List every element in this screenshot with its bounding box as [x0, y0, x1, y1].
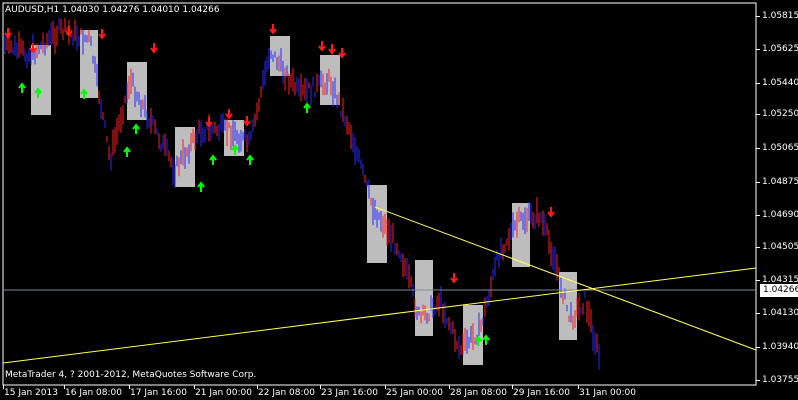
down-arrow-icon — [98, 29, 106, 40]
price-tick — [756, 83, 760, 84]
price-tick — [756, 16, 760, 17]
consolidation-box — [127, 62, 147, 120]
price-tick — [756, 182, 760, 183]
down-arrow-icon — [225, 109, 233, 120]
price-tick — [756, 49, 760, 50]
price-label: 1.03755 — [762, 375, 798, 385]
current-price-label: 1.04266 — [760, 284, 798, 297]
consolidation-box — [415, 260, 433, 336]
up-arrow-icon — [209, 154, 217, 165]
symbol-header: AUDUSD,H1 1.04030 1.04276 1.04010 1.0426… — [5, 5, 220, 15]
price-tick — [756, 380, 760, 381]
down-arrow-icon — [547, 207, 555, 218]
time-label: 23 Jan 16:00 — [321, 388, 378, 398]
price-tick — [756, 313, 760, 314]
time-label: 28 Jan 08:00 — [450, 388, 507, 398]
price-label: 1.05815 — [762, 11, 798, 21]
price-chart[interactable] — [0, 0, 798, 400]
time-label: 17 Jan 16:00 — [130, 388, 187, 398]
price-label: 1.04875 — [762, 177, 798, 187]
up-arrow-icon — [303, 102, 311, 113]
down-arrow-icon — [205, 117, 213, 128]
down-arrow-icon — [338, 48, 346, 59]
time-label: 29 Jan 16:00 — [513, 388, 570, 398]
price-label: 1.04690 — [762, 210, 798, 220]
up-arrow-icon — [123, 146, 131, 157]
price-tick — [756, 215, 760, 216]
price-tick — [756, 247, 760, 248]
price-label: 1.03940 — [762, 342, 798, 352]
down-arrow-icon — [243, 116, 251, 127]
price-label: 1.05625 — [762, 44, 798, 54]
time-label: 25 Jan 00:00 — [386, 388, 443, 398]
trendline-rising[interactable] — [2, 267, 757, 364]
down-arrow-icon — [450, 273, 458, 284]
down-arrow-icon — [150, 43, 158, 54]
time-label: 31 Jan 00:00 — [579, 388, 636, 398]
price-label: 1.05065 — [762, 143, 798, 153]
consolidation-box — [31, 45, 51, 115]
price-tick — [756, 280, 760, 281]
time-label: 15 Jan 2013 — [4, 388, 58, 398]
up-arrow-icon — [132, 123, 140, 134]
down-arrow-icon — [328, 44, 336, 55]
up-arrow-icon — [482, 334, 490, 345]
price-label: 1.05440 — [762, 78, 798, 88]
price-tick — [756, 347, 760, 348]
price-label: 1.04505 — [762, 242, 798, 252]
down-arrow-icon — [269, 24, 277, 35]
highlight-boxes — [31, 30, 577, 365]
time-label: 16 Jan 08:00 — [65, 388, 122, 398]
price-tick — [756, 114, 760, 115]
copyright-footer: MetaTrader 4, ? 2001-2012, MetaQuotes So… — [5, 370, 257, 380]
down-arrow-icon — [4, 28, 12, 39]
up-arrow-icon — [246, 154, 254, 165]
time-label: 21 Jan 00:00 — [195, 388, 252, 398]
price-tick — [756, 148, 760, 149]
up-arrow-icon — [197, 181, 205, 192]
price-label: 1.05250 — [762, 109, 798, 119]
up-arrow-icon — [18, 82, 26, 93]
down-arrow-icon — [318, 41, 326, 52]
price-label: 1.04130 — [762, 308, 798, 318]
time-label: 22 Jan 08:00 — [258, 388, 315, 398]
